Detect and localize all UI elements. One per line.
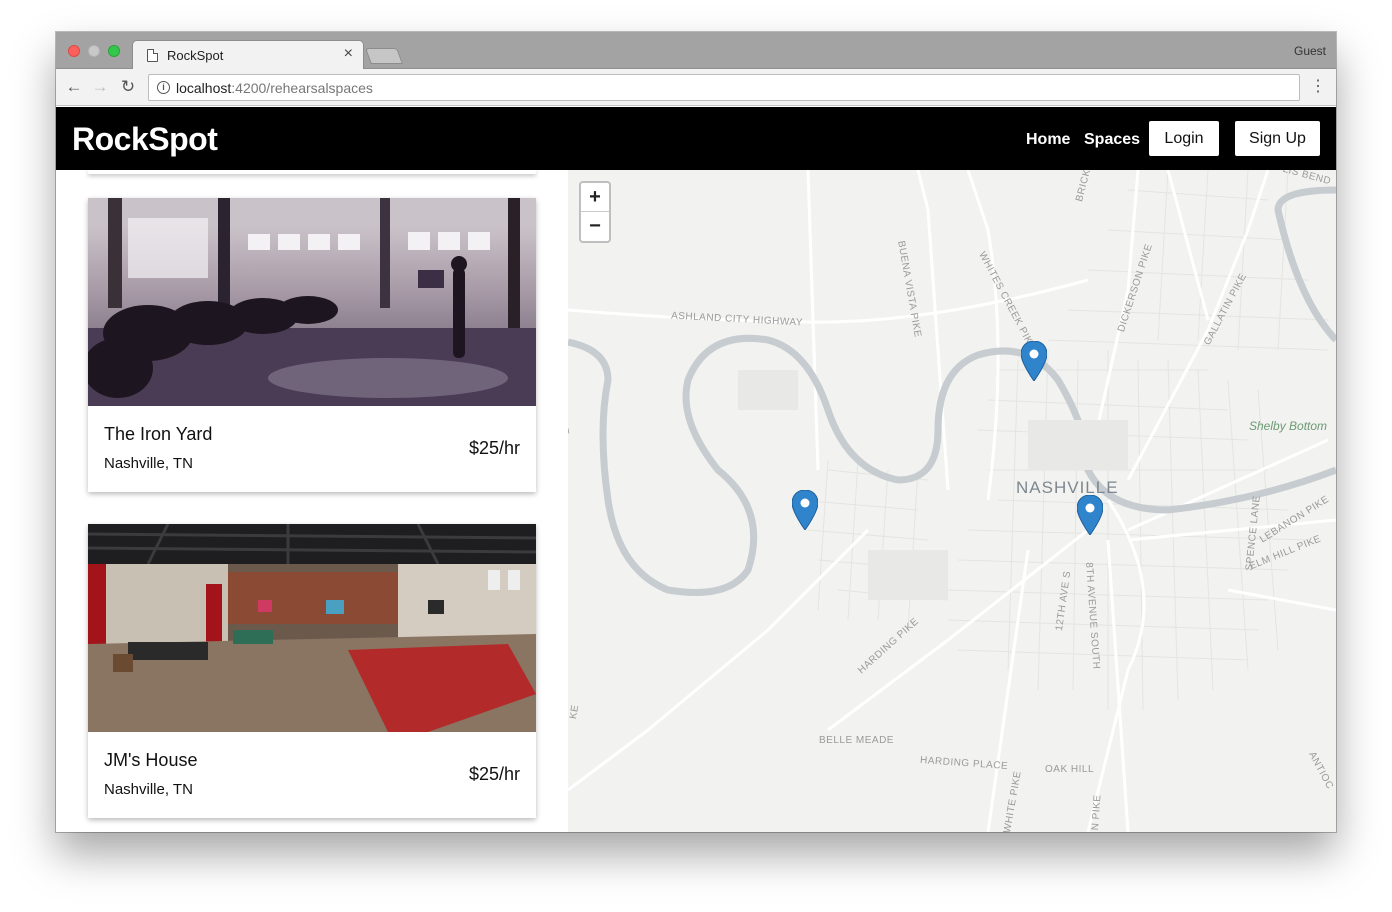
signup-button[interactable]: Sign Up <box>1235 121 1320 156</box>
back-arrow-icon[interactable]: ← <box>63 76 85 98</box>
maximize-window-button[interactable] <box>108 45 120 57</box>
close-window-button[interactable] <box>68 45 80 57</box>
listing-location: Nashville, TN <box>104 455 193 472</box>
browser-menu-icon[interactable]: ⋮ <box>1308 77 1328 97</box>
login-button[interactable]: Login <box>1149 121 1219 156</box>
park-label: Shelby Bottom <box>1249 419 1328 433</box>
listing-card[interactable]: The Iron Yard Nashville, TN $25/hr <box>88 198 536 492</box>
previous-card-edge <box>88 170 536 174</box>
area-label: BELLE MEADE <box>819 735 894 746</box>
url-path: :4200/rehearsalspaces <box>231 80 373 96</box>
forward-arrow-icon[interactable]: → <box>89 76 111 98</box>
listing-photo <box>88 198 536 406</box>
zoom-in-button[interactable]: + <box>581 183 609 212</box>
zoom-out-button[interactable]: − <box>581 212 609 241</box>
browser-window: RockSpot × Guest ← → ↻ i localhost:4200/… <box>56 32 1336 832</box>
listing-name[interactable]: JM's House <box>104 750 197 771</box>
city-label: NASHVILLE <box>1016 478 1119 497</box>
app-navbar: RockSpot Home Spaces Login Sign Up <box>56 107 1336 170</box>
listing-price: $25/hr <box>468 764 520 784</box>
listing-photo <box>88 524 536 732</box>
listing-name[interactable]: The Iron Yard <box>104 424 212 445</box>
document-icon <box>147 49 158 62</box>
title-bar: RockSpot × Guest <box>56 32 1336 70</box>
nav-link-spaces[interactable]: Spaces <box>1084 131 1140 149</box>
map-view[interactable]: + − ASHLAND CITY HIGHWAY BUENA VISTA PIK… <box>568 170 1336 832</box>
url-text[interactable]: localhost:4200/rehearsalspaces <box>176 80 373 96</box>
listing-card[interactable]: JM's House Nashville, TN $25/hr <box>88 524 536 818</box>
minimize-window-button[interactable] <box>88 45 100 57</box>
map-marker-icon[interactable] <box>1021 341 1047 381</box>
browser-toolbar: ← → ↻ i localhost:4200/rehearsalspaces ⋮ <box>56 69 1336 106</box>
url-host: localhost <box>176 80 232 96</box>
brand-logo[interactable]: RockSpot <box>72 121 218 158</box>
tab-rockspot[interactable]: RockSpot × <box>132 40 364 70</box>
nav-link-home[interactable]: Home <box>1026 131 1070 149</box>
listing-price: $25/hr <box>468 438 520 458</box>
info-icon[interactable]: i <box>157 81 170 94</box>
listing-location: Nashville, TN <box>104 781 193 798</box>
address-bar[interactable]: i localhost:4200/rehearsalspaces <box>148 74 1300 101</box>
reload-icon[interactable]: ↻ <box>117 76 139 98</box>
zoom-control: + − <box>579 181 611 243</box>
tab-close-icon[interactable]: × <box>344 45 353 63</box>
tab-title: RockSpot <box>167 48 224 63</box>
new-tab-button[interactable] <box>365 48 403 64</box>
listings-panel: The Iron Yard Nashville, TN $25/hr JM's … <box>56 170 568 832</box>
area-label: OAK HILL <box>1045 764 1095 775</box>
map-marker-icon[interactable] <box>792 490 818 530</box>
profile-label[interactable]: Guest <box>1294 44 1326 58</box>
map-marker-icon[interactable] <box>1077 495 1103 535</box>
